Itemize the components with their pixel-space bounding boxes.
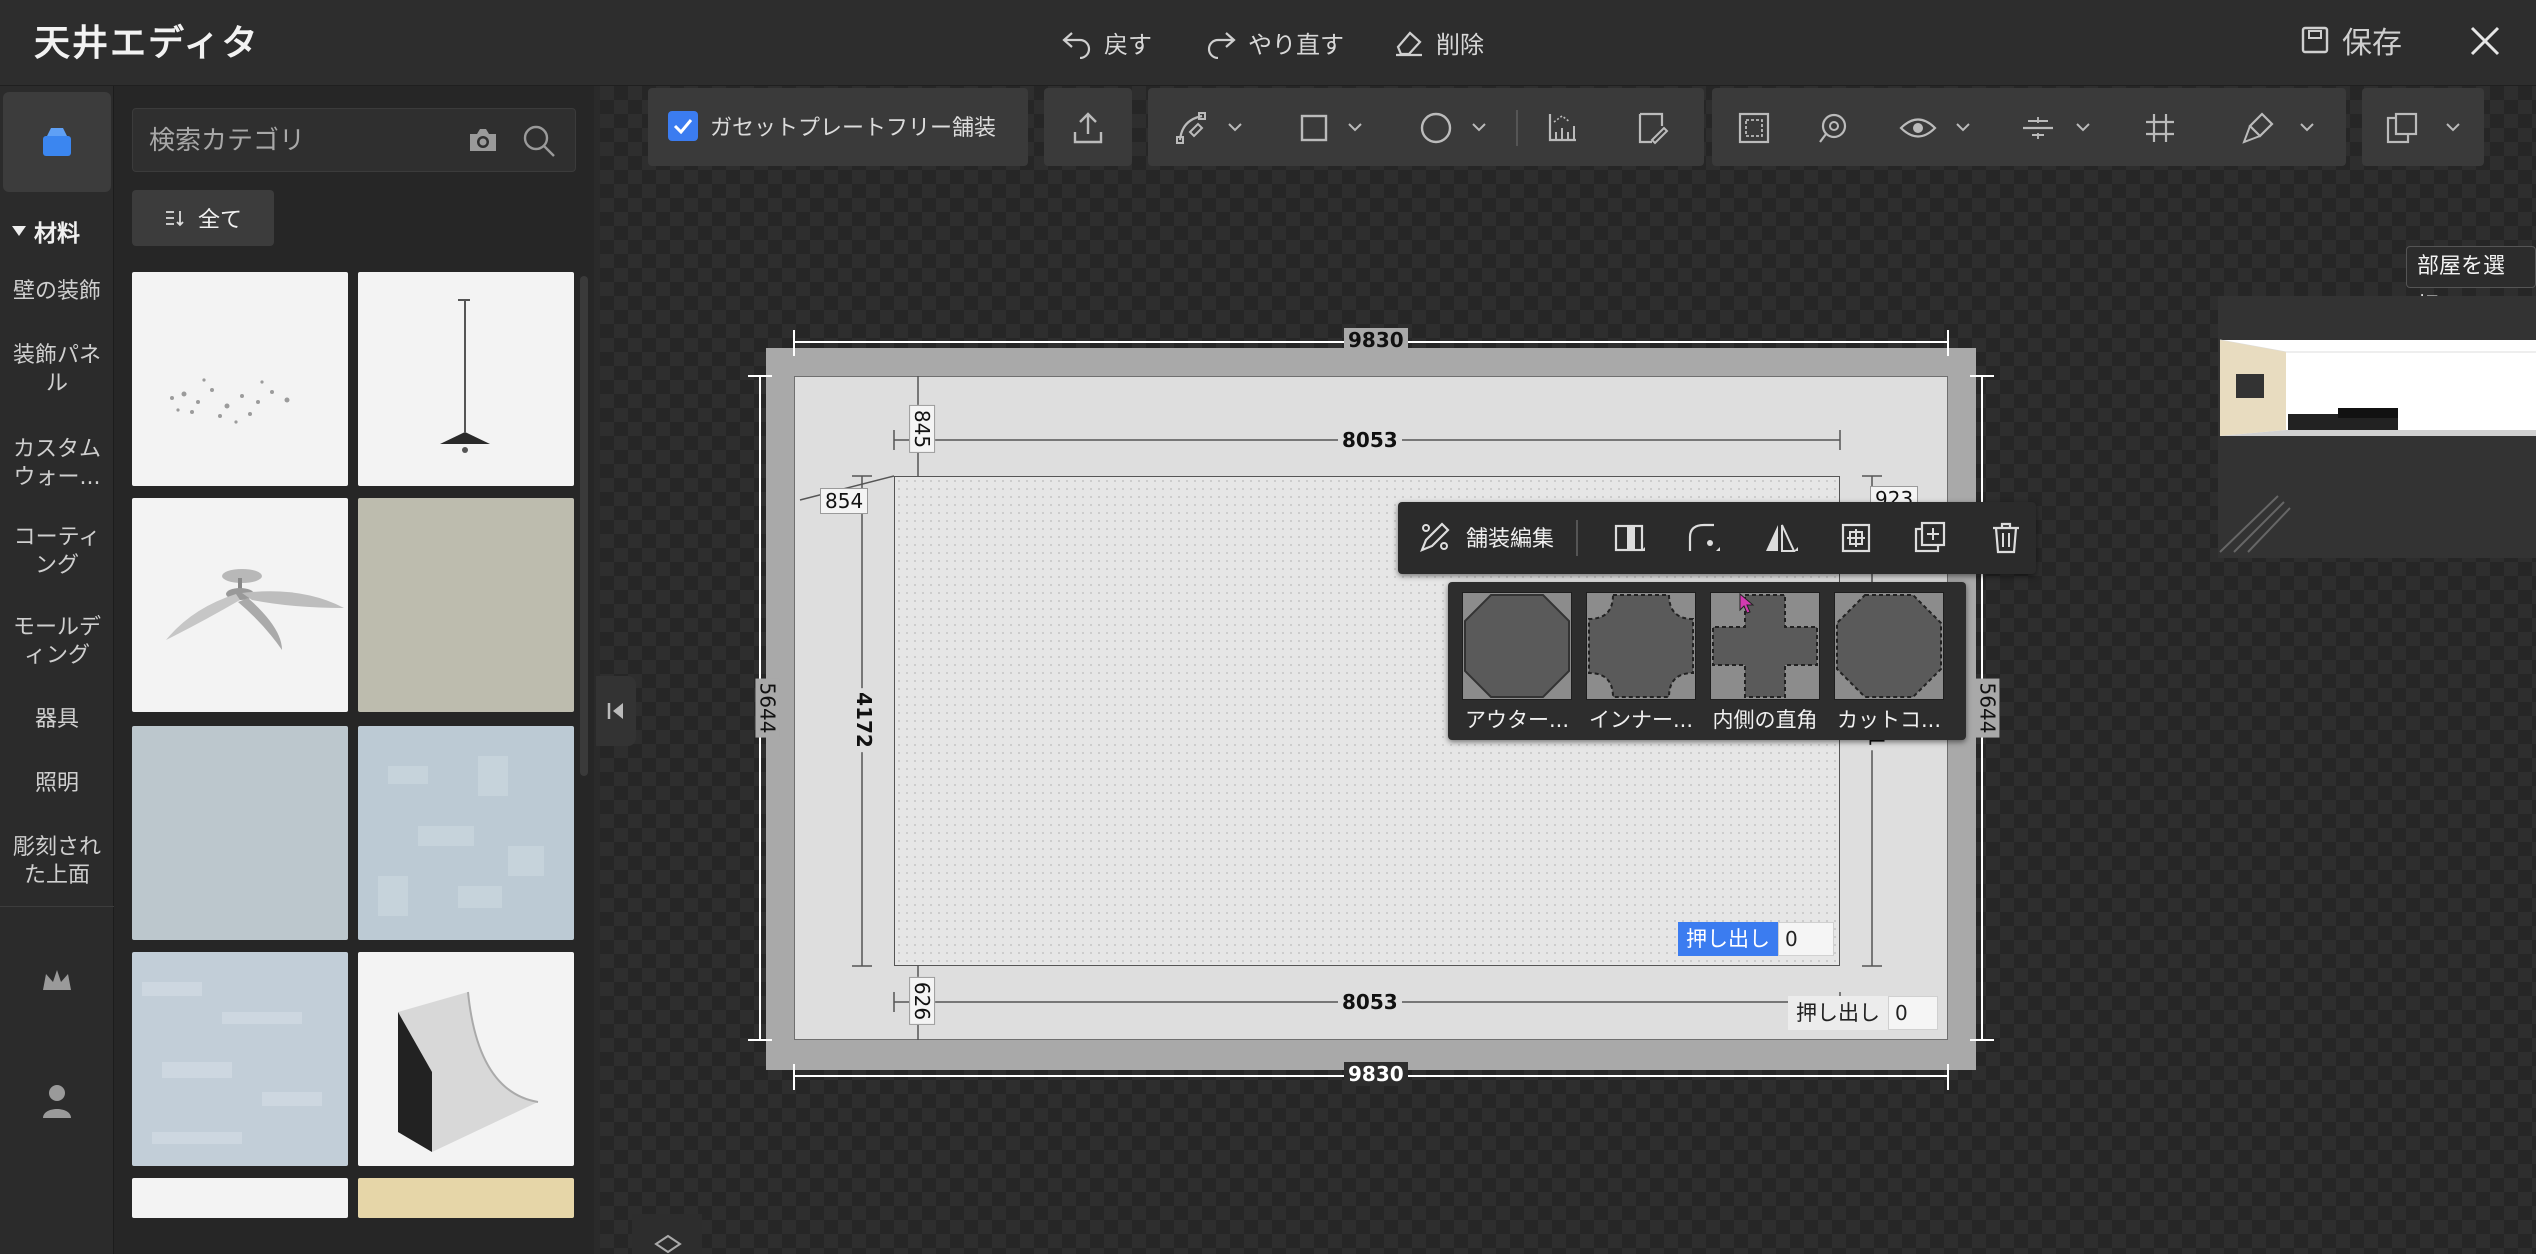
dim-bottom-outer: 9830 (1344, 1062, 1408, 1086)
paving-edit-button[interactable]: 舗装編集 (1418, 520, 1554, 554)
paving-edit-label: 舗装編集 (1466, 527, 1555, 552)
paving-edit-menu: 舗装編集 (1398, 502, 2036, 574)
dimension-lines (748, 330, 1994, 1090)
dim-top-outer: 9830 (1344, 328, 1408, 352)
extrude-control-inner: 押し出し (1678, 922, 1834, 956)
extrude-input[interactable] (1778, 922, 1834, 956)
extrude-label: 押し出し (1788, 996, 1888, 1030)
corner-thumb-inner-square (1710, 592, 1820, 700)
menu-separator (1576, 520, 1578, 556)
corner-arc-icon[interactable] (1684, 518, 1724, 558)
dim-right-outer: 5644 (1975, 678, 2000, 738)
dim-offset-bottom[interactable]: 626 (909, 976, 936, 1026)
corner-label-inner: インナー... (1588, 708, 1694, 732)
mouse-cursor-icon (1739, 592, 1755, 614)
corner-label-outer: アウター... (1464, 708, 1570, 732)
column-layout-icon[interactable] (1610, 518, 1650, 558)
corner-label-inner-square: 内側の直角 (1712, 708, 1818, 732)
dim-offset-top[interactable]: 845 (909, 404, 936, 454)
corner-option-inner-square[interactable]: 内側の直角 (1710, 592, 1820, 732)
room-3d-thumbnail (2219, 339, 2536, 553)
cube-icon (654, 1234, 682, 1254)
dim-inner-height: 4172 (851, 688, 876, 752)
corner-option-outer[interactable]: アウター... (1462, 592, 1572, 732)
dim-bottom-inner: 8053 (1338, 990, 1402, 1014)
fit-center-icon[interactable] (1836, 518, 1876, 558)
corner-thumb-outer (1462, 592, 1572, 700)
3d-preview-panel[interactable] (2218, 296, 2536, 558)
corner-thumb-cut (1834, 592, 1944, 700)
extrude-input[interactable] (1888, 996, 1938, 1030)
bottom-3d-toggle[interactable] (632, 1214, 702, 1254)
corner-label-cut: カットコ... (1836, 708, 1942, 732)
corner-option-cut[interactable]: カットコ... (1834, 592, 1944, 732)
extrude-control-outer: 押し出し (1788, 996, 1938, 1030)
corner-thumb-inner (1586, 592, 1696, 700)
extrude-label: 押し出し (1678, 922, 1778, 956)
edit-pen-icon (1420, 522, 1450, 552)
trash-icon[interactable] (1986, 518, 2026, 558)
dim-offset-left[interactable]: 854 (820, 488, 869, 514)
select-room-button[interactable]: 部屋を選択 (2406, 246, 2536, 319)
dim-left-outer: 5644 (755, 678, 780, 738)
dim-top-inner: 8053 (1338, 428, 1402, 452)
corner-style-panel: アウター... インナー... 内側の直角 カットコ... (1448, 582, 1966, 740)
add-copy-icon[interactable] (1910, 518, 1950, 558)
corner-option-inner[interactable]: インナー... (1586, 592, 1696, 732)
mirror-icon[interactable] (1760, 518, 1800, 558)
